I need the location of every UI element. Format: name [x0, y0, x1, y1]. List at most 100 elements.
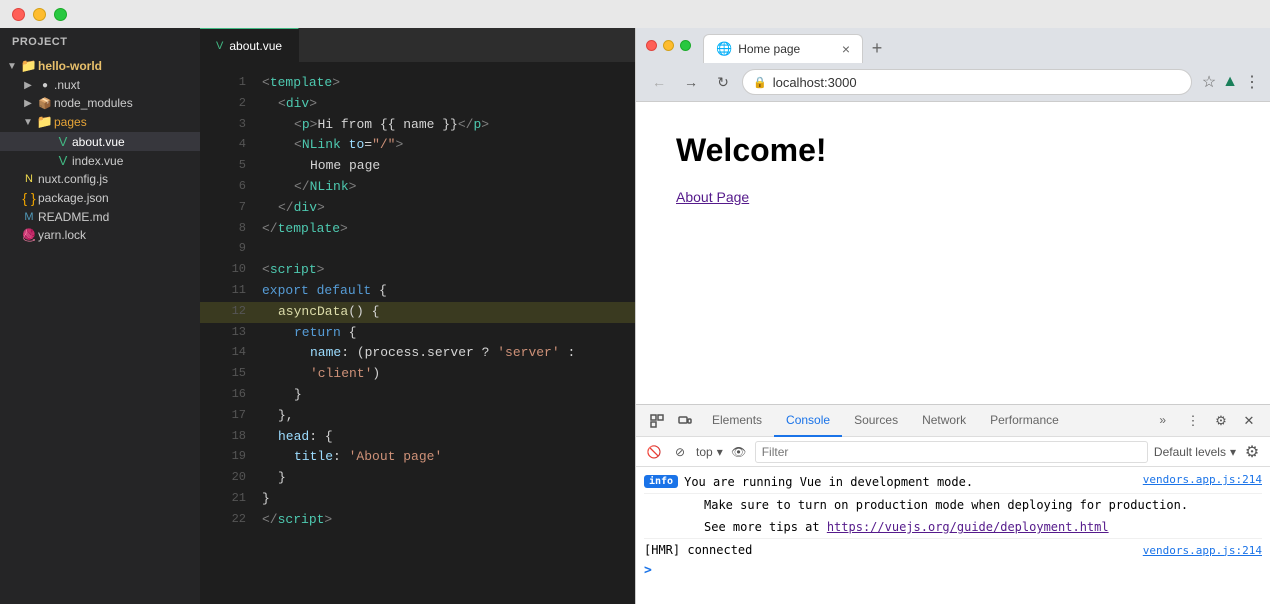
close-button[interactable]: [12, 8, 25, 21]
reload-button[interactable]: ↻: [710, 69, 736, 95]
sidebar-item-nuxt[interactable]: ▶ ● .nuxt: [0, 76, 200, 94]
code-line: 18 head: {: [200, 427, 635, 448]
code-line: 3 <p>Hi from {{ name }}</p>: [200, 115, 635, 136]
console-clear-icon[interactable]: 🚫: [644, 442, 664, 462]
devtools-device-icon[interactable]: [672, 408, 698, 434]
tab-label: about.vue: [229, 39, 282, 53]
bookmark-icon[interactable]: ☆: [1202, 72, 1216, 92]
spacer: ▶: [38, 155, 54, 166]
globe-icon: 🌐: [716, 41, 732, 57]
browser-max-btn[interactable]: [680, 40, 691, 51]
back-button[interactable]: ←: [646, 69, 672, 95]
deployment-link[interactable]: https://vuejs.org/guide/deployment.html: [827, 520, 1109, 534]
js-icon: N: [20, 173, 38, 185]
console-sub-bar: 🚫 ⊘ top ▾ 👁 Default levels ▾ ⚙: [636, 437, 1270, 467]
devtools-tab-console[interactable]: Console: [774, 405, 842, 437]
context-label: top: [696, 445, 713, 459]
sidebar-item-package-json[interactable]: ▶ { } package.json: [0, 188, 200, 208]
code-line: 2 <div>: [200, 94, 635, 115]
default-levels-select[interactable]: Default levels ▾: [1154, 445, 1236, 459]
devtools-toolbar: Elements Console Sources Network Perform: [636, 405, 1270, 437]
browser-min-btn[interactable]: [663, 40, 674, 51]
console-filter-icon[interactable]: ⊘: [670, 442, 690, 462]
yarn-icon: 🧶: [20, 228, 38, 242]
spacer: ▶: [4, 230, 20, 241]
maximize-button[interactable]: [54, 8, 67, 21]
devtools-overflow-icon[interactable]: ⋮: [1180, 408, 1206, 434]
context-dropdown-icon: ▾: [717, 445, 723, 459]
about-page-link[interactable]: About Page: [676, 189, 749, 205]
browser-menu-icon[interactable]: ⋮: [1244, 72, 1260, 92]
sidebar-item-label: package.json: [38, 191, 109, 205]
url-text: localhost:3000: [773, 75, 1181, 90]
sidebar-item-about-vue[interactable]: ▶ V about.vue: [0, 132, 200, 151]
sidebar-item-nuxt-config[interactable]: ▶ N nuxt.config.js: [0, 170, 200, 188]
ide-panel: Project ▼ 📁 hello-world ▶ ● .nuxt ▶ 📦 no…: [0, 28, 635, 604]
code-line: 9: [200, 239, 635, 260]
sidebar-item-index-vue[interactable]: ▶ V index.vue: [0, 151, 200, 170]
extension-icon[interactable]: ▲: [1222, 73, 1238, 91]
spacer: ▶: [4, 193, 20, 204]
sidebar-item-yarn-lock[interactable]: ▶ 🧶 yarn.lock: [0, 226, 200, 244]
sidebar-item-label: hello-world: [38, 59, 102, 73]
console-filter-input[interactable]: [755, 441, 1148, 463]
console-prompt-line[interactable]: >: [644, 561, 1262, 580]
close-tab-icon[interactable]: ×: [842, 41, 850, 57]
devtools-tab-elements[interactable]: Elements: [700, 405, 774, 437]
code-line: 16 }: [200, 385, 635, 406]
hmr-line: [HMR] connected vendors.app.js:214: [644, 539, 1262, 561]
hmr-message: [HMR] connected: [644, 541, 1137, 559]
vue-icon: V: [54, 153, 72, 168]
sidebar-item-node-modules[interactable]: ▶ 📦 node_modules: [0, 94, 200, 112]
browser-address-bar: ← → ↻ 🔒 localhost:3000 ☆ ▲ ⋮: [636, 63, 1270, 101]
code-line: 14 name: (process.server ? 'server' :: [200, 343, 635, 364]
devtools-tab-performance[interactable]: Performance: [978, 405, 1071, 437]
hmr-source-link[interactable]: vendors.app.js:214: [1143, 544, 1262, 557]
info-badge: info: [644, 475, 678, 488]
expand-arrow-icon: ▼: [20, 117, 36, 128]
devtools-close-icon[interactable]: ✕: [1236, 408, 1262, 434]
sidebar-item-pages[interactable]: ▼ 📁 pages: [0, 112, 200, 132]
new-tab-button[interactable]: +: [863, 35, 891, 63]
vue-icon: V: [54, 134, 72, 149]
devtools-inspect-icon[interactable]: [644, 408, 670, 434]
console-source-link[interactable]: vendors.app.js:214: [1143, 473, 1262, 486]
browser-close-btn[interactable]: [646, 40, 657, 51]
sidebar-item-label: about.vue: [72, 135, 125, 149]
sidebar-item-readme[interactable]: ▶ M README.md: [0, 208, 200, 226]
console-eye-icon[interactable]: 👁: [729, 442, 749, 462]
code-line: 5 Home page: [200, 156, 635, 177]
devtools-tab-network[interactable]: Network: [910, 405, 978, 437]
sidebar-item-hello-world[interactable]: ▼ 📁 hello-world: [0, 56, 200, 76]
code-line: 20 }: [200, 468, 635, 489]
devtools-tabs: Elements Console Sources Network Perform: [700, 405, 1178, 437]
browser-chrome: 🌐 Home page × + ← → ↻ 🔒 localhost:3000 ☆…: [636, 28, 1270, 102]
main-layout: Project ▼ 📁 hello-world ▶ ● .nuxt ▶ 📦 no…: [0, 28, 1270, 604]
console-message-2: Make sure to turn on production mode whe…: [704, 496, 1262, 514]
console-info-line-2: Make sure to turn on production mode whe…: [644, 494, 1262, 516]
browser-content: Welcome! About Page: [636, 102, 1270, 604]
folder-icon: 📁: [36, 114, 54, 130]
minimize-button[interactable]: [33, 8, 46, 21]
code-line: 1 <template>: [200, 73, 635, 94]
devtools-settings-icon[interactable]: ⚙: [1208, 408, 1234, 434]
expand-arrow-icon: ▶: [20, 80, 36, 91]
sidebar-item-label: node_modules: [54, 96, 133, 110]
console-context-select[interactable]: top ▾: [696, 445, 723, 459]
browser-tab[interactable]: 🌐 Home page ×: [703, 34, 863, 63]
vue-tab-icon: V: [216, 40, 223, 52]
lock-icon: 🔒: [753, 76, 767, 89]
page-title: Welcome!: [676, 132, 1230, 169]
address-field[interactable]: 🔒 localhost:3000: [742, 69, 1192, 95]
editor-tab-about-vue[interactable]: V about.vue: [200, 28, 299, 63]
devtools-more-tabs[interactable]: »: [1147, 405, 1178, 437]
editor-tabs: V about.vue: [200, 28, 635, 63]
title-bar: [0, 0, 1270, 28]
console-settings-icon[interactable]: ⚙: [1242, 442, 1262, 462]
editor-content[interactable]: 1 <template> 2 <div> 3 <p>Hi from {{ nam…: [200, 63, 635, 604]
devtools-tab-sources[interactable]: Sources: [842, 405, 910, 437]
code-line: 11 export default {: [200, 281, 635, 302]
forward-button[interactable]: →: [678, 69, 704, 95]
code-line: 6 </NLink>: [200, 177, 635, 198]
sidebar-item-label: README.md: [38, 210, 109, 224]
